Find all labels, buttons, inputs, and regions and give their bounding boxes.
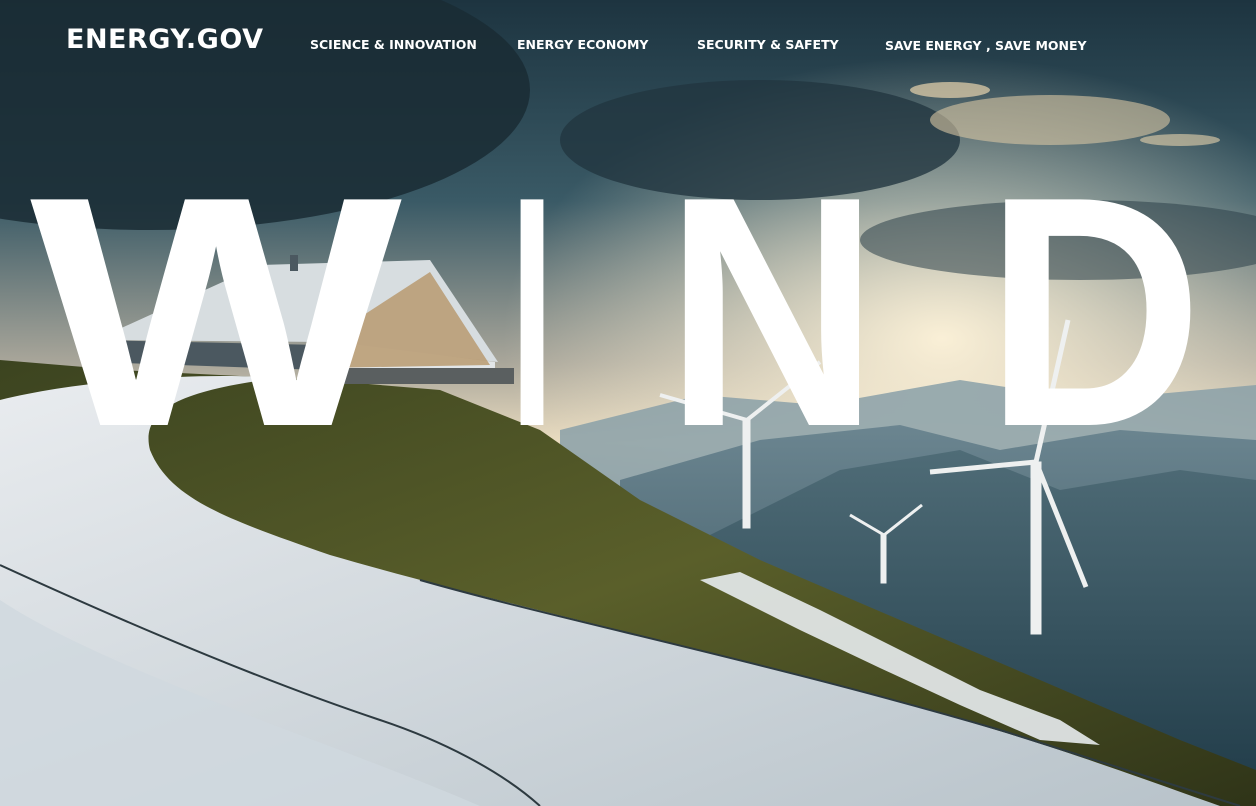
nav-item-save-energy[interactable]: SAVE ENERGY , SAVE MONEY [885, 38, 1087, 53]
nav-item-science-innovation[interactable]: SCIENCE & INNOVATION [310, 37, 477, 52]
top-navigation: ENERGY.GOV SCIENCE & INNOVATION ENERGY E… [0, 0, 1256, 90]
nav-item-security-safety[interactable]: SECURITY & SAFETY [697, 37, 839, 52]
nav-item-energy-economy[interactable]: ENERGY ECONOMY [517, 37, 648, 52]
hero-background-scene [0, 0, 1256, 806]
site-logo[interactable]: ENERGY.GOV [66, 24, 263, 55]
